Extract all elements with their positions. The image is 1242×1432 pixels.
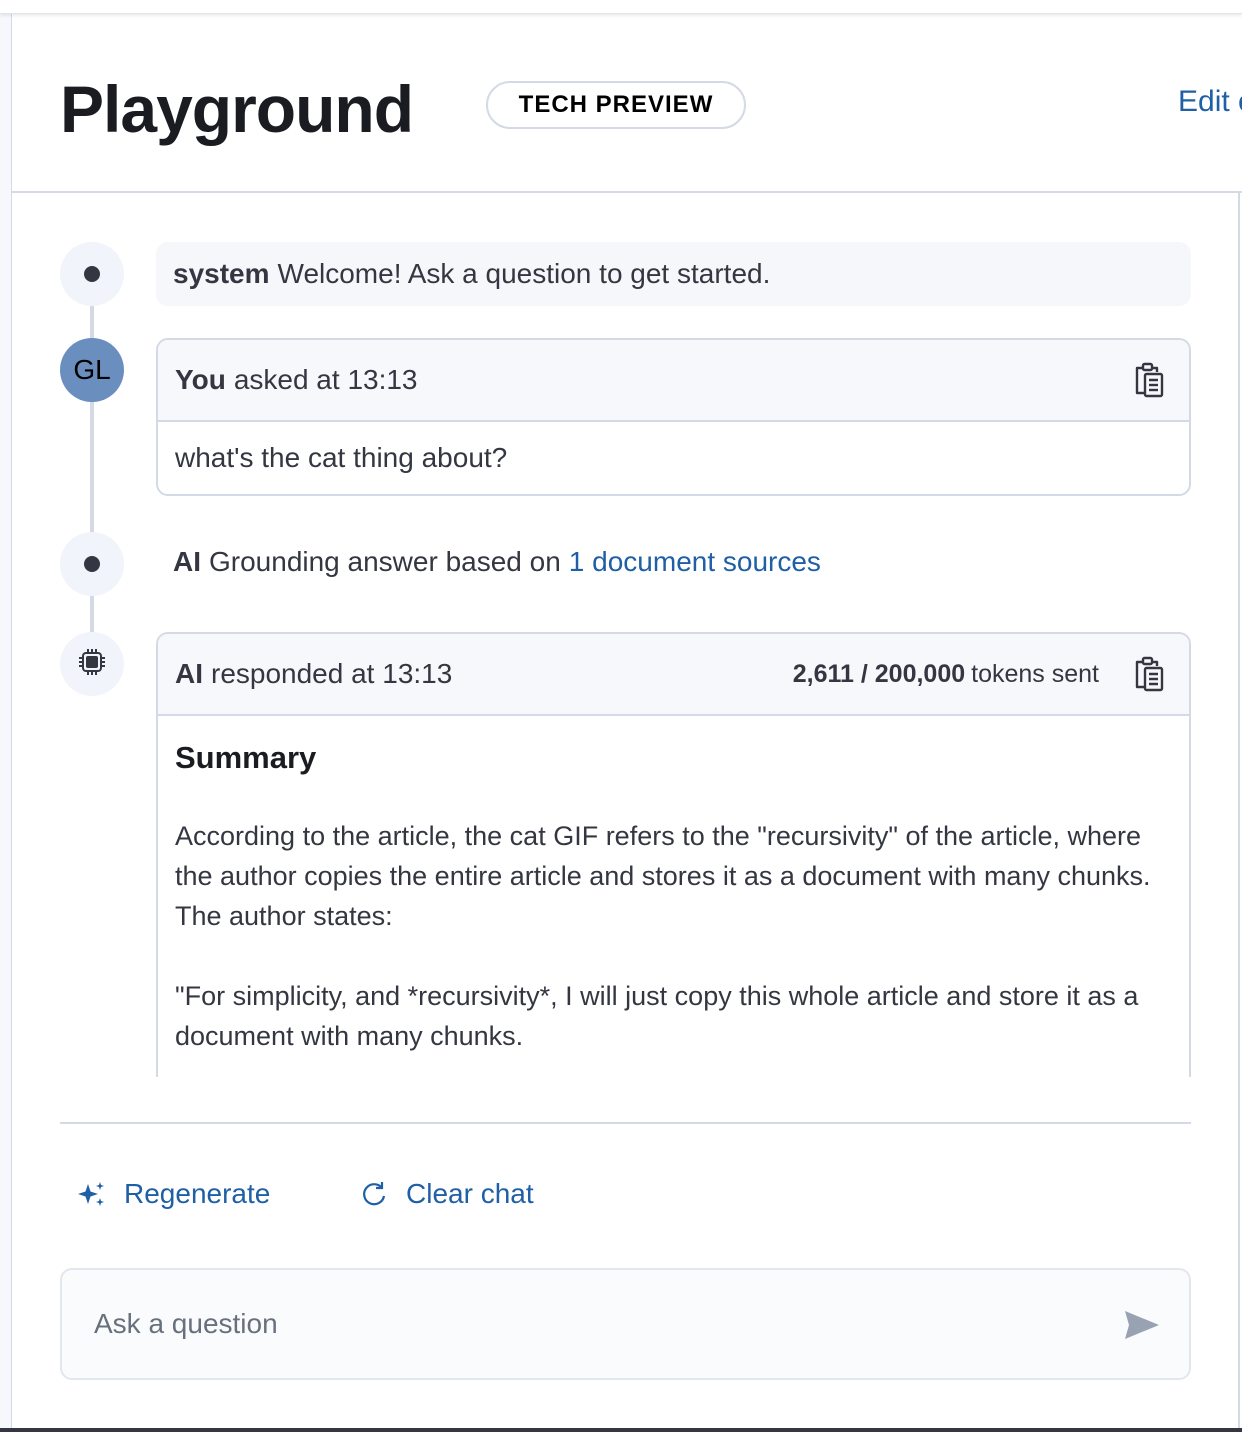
ai-response-header: AI responded at 13:13 2,611 / 200,000 tok…: [158, 634, 1189, 716]
grounding-role: AI: [173, 546, 201, 577]
refresh-icon: [363, 1182, 386, 1206]
grounding-text: Grounding answer based on: [209, 546, 561, 577]
grounding-avatar: [60, 532, 124, 596]
user-initials: GL: [73, 354, 111, 385]
panel-divider[interactable]: [1238, 193, 1240, 1428]
send-button[interactable]: [1123, 1308, 1161, 1342]
divider: [60, 1122, 1191, 1124]
regenerate-button[interactable]: Regenerate: [78, 1178, 270, 1210]
document-sources-link[interactable]: 1 document sources: [569, 546, 821, 578]
clipboard-icon[interactable]: [1133, 362, 1167, 398]
user-message-card: You asked at 13:13 what's the cat thing …: [156, 338, 1191, 496]
user-timestamp: asked at 13:13: [233, 364, 418, 395]
clear-chat-label: Clear chat: [406, 1178, 534, 1209]
page-title: Playground: [60, 72, 414, 146]
ai-timestamp: responded at 13:13: [211, 658, 453, 689]
question-input-box: [60, 1268, 1191, 1380]
ai-response-card: AI responded at 13:13 2,611 / 200,000 tok…: [156, 632, 1191, 1077]
clear-chat-button[interactable]: Clear chat: [360, 1178, 534, 1210]
clipboard-icon[interactable]: [1133, 656, 1167, 692]
ai-response-paragraph: According to the article, the cat GIF re…: [175, 821, 1151, 931]
system-message: system Welcome! Ask a question to get st…: [156, 242, 1191, 306]
page-header: Playground TECH PREVIEW Edit c: [12, 15, 1242, 193]
cpu-chip-icon: [77, 647, 107, 682]
user-message-header: You asked at 13:13: [158, 340, 1189, 422]
system-text: Welcome! Ask a question to get started.: [277, 258, 771, 289]
dot-icon: [84, 556, 100, 572]
user-avatar: GL: [60, 338, 124, 402]
tokens-label: tokens sent: [971, 659, 1099, 688]
system-role: system: [173, 258, 270, 289]
tokens-used: 2,611 / 200,000: [792, 659, 966, 688]
ai-response-body: Summary According to the article, the ca…: [158, 716, 1189, 1077]
system-avatar: [60, 242, 124, 306]
send-icon: [1125, 1311, 1159, 1339]
token-count: 2,611 / 200,000 tokens sent: [793, 660, 1099, 689]
ai-avatar: [60, 632, 124, 696]
dot-icon: [84, 266, 100, 282]
edit-context-link[interactable]: Edit c: [1178, 85, 1242, 119]
question-input[interactable]: [94, 1308, 1074, 1340]
ai-response-heading: Summary: [175, 740, 317, 775]
ai-role: AI: [175, 658, 203, 689]
bottom-bar: [0, 1428, 1242, 1432]
user-role: You: [175, 364, 226, 395]
ai-response-paragraph: "For simplicity, and *recursivity*, I wi…: [175, 981, 1139, 1051]
left-nav-edge: [0, 14, 12, 1432]
top-strip: [0, 0, 1242, 14]
grounding-message: AI Grounding answer based on 1 document …: [173, 546, 821, 578]
user-message-text: what's the cat thing about?: [175, 442, 508, 473]
sparkles-icon: [78, 1182, 104, 1206]
regenerate-label: Regenerate: [124, 1178, 271, 1209]
tech-preview-badge: TECH PREVIEW: [486, 81, 746, 129]
